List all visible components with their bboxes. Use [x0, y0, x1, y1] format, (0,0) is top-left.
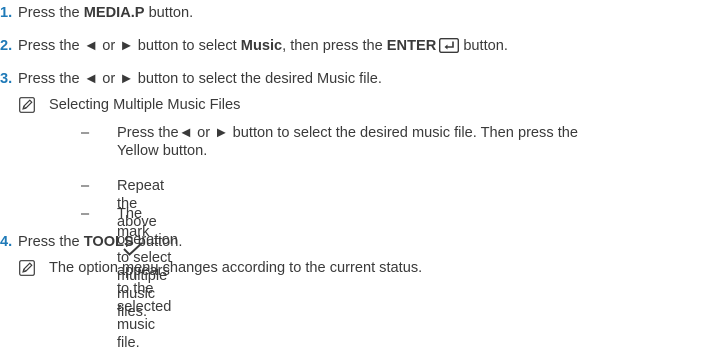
step-text: Press the MEDIA.P button.	[18, 4, 193, 22]
sub-item-text: Press the◄ or ► button to select the des…	[117, 124, 578, 160]
step-text-part: , then press the	[282, 38, 387, 54]
step-text-part: Press the	[18, 234, 84, 250]
step-text: Press the ◄ or ► button to select Music,…	[18, 37, 508, 58]
button-name: MEDIA.P	[83, 5, 145, 21]
dash-bullet: –	[81, 178, 90, 194]
note-text: Selecting Multiple Music Files	[49, 97, 241, 113]
step-text-part: button to select	[133, 38, 241, 54]
dash-bullet: –	[81, 206, 90, 222]
step-number: 3.	[0, 71, 13, 87]
enter-icon	[439, 37, 460, 58]
step-text-part: button.	[133, 234, 183, 250]
step-text-part: Press the	[18, 5, 84, 21]
instruction-page: 1. Press the MEDIA.P button. 2. Press th…	[0, 0, 724, 351]
step-text-part: Press the	[18, 38, 84, 54]
step-number: 2.	[0, 38, 13, 54]
button-name: TOOLS	[83, 234, 134, 250]
sub-item-line: Yellow button.	[117, 143, 208, 159]
step-text: Press the ◄ or ► button to select the de…	[18, 71, 382, 87]
button-name: ENTER	[386, 38, 437, 54]
step-text-part: button.	[459, 38, 508, 54]
step-number: 4.	[0, 234, 13, 250]
step-number: 1.	[0, 5, 13, 21]
menu-option: Music	[240, 38, 283, 54]
note-icon	[19, 97, 35, 113]
sub-item-text: The markappears to the selected music fi…	[117, 205, 171, 352]
step-text-part: button.	[144, 5, 194, 21]
note-icon	[19, 260, 35, 276]
step-text: Press the TOOLS button.	[18, 233, 182, 251]
sub-item-line: Press the◄ or ► button to select the des…	[117, 125, 578, 141]
dash-bullet: –	[81, 125, 90, 141]
arrow-keys: ◄ or ►	[83, 38, 134, 54]
note-text: The option menu changes according to the…	[49, 260, 423, 276]
